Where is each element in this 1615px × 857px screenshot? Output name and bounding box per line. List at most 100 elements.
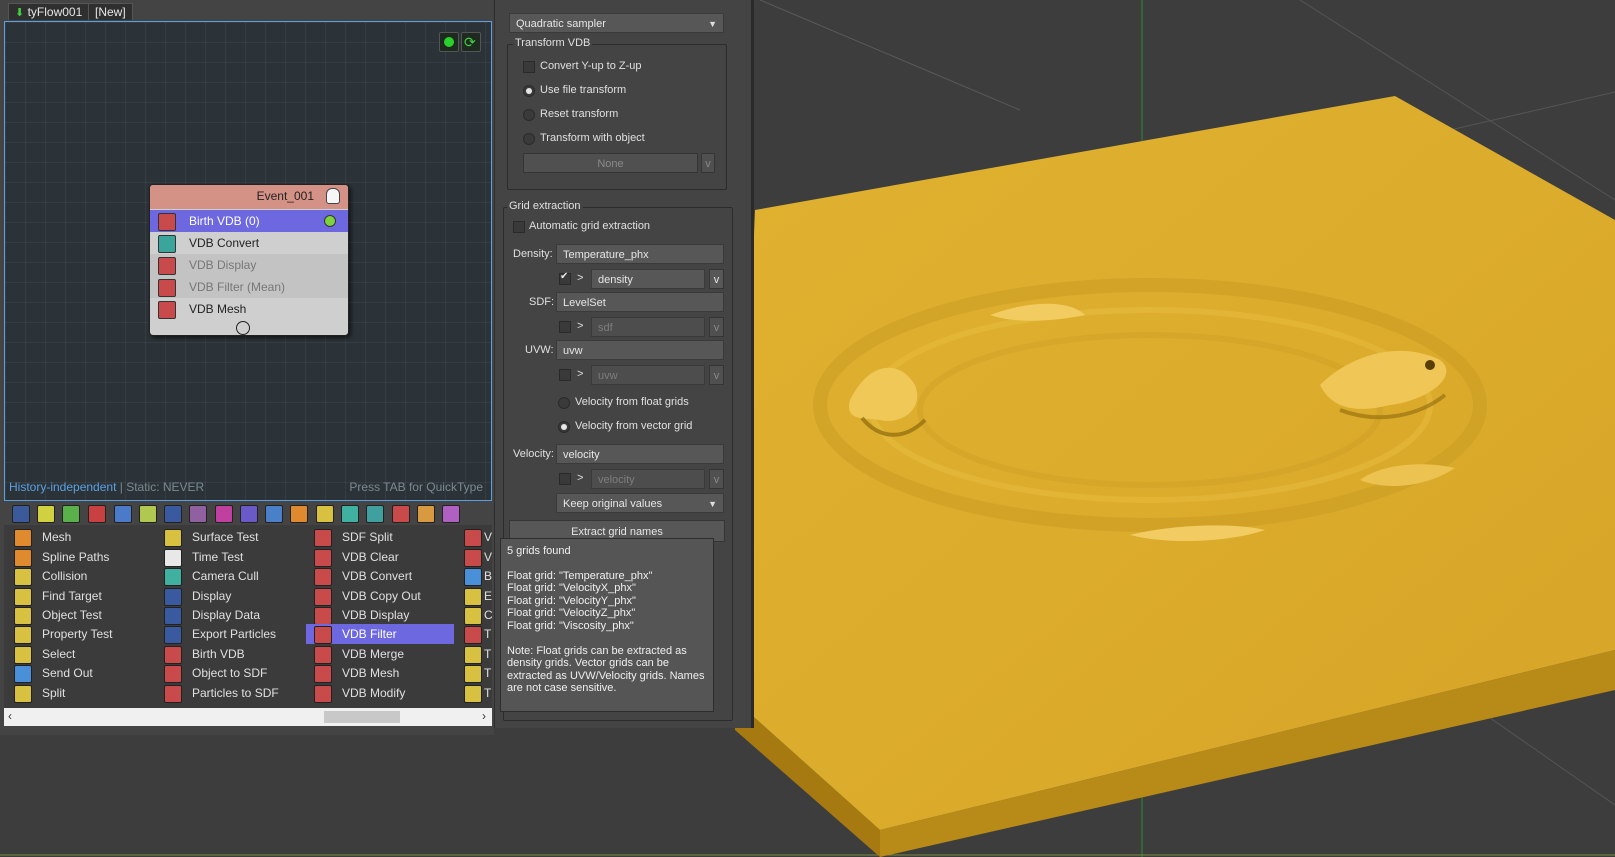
list-item[interactable]: Find Target	[14, 586, 154, 606]
transform-with-object-radio[interactable]	[523, 133, 535, 145]
list-item[interactable]: Property Test	[14, 624, 154, 644]
list-item[interactable]: Birth VDB	[164, 644, 304, 664]
category-properties-icon[interactable]	[189, 505, 207, 523]
output-port[interactable]	[236, 321, 250, 335]
operator-vdb-display[interactable]: VDB Display	[150, 254, 348, 276]
list-item[interactable]: VDB Merge	[314, 644, 454, 664]
velocity-sub-dropdown[interactable]: v	[709, 469, 724, 489]
velocity-field[interactable]: velocity	[556, 444, 724, 464]
uvw-sub-field[interactable]: uvw	[591, 365, 705, 385]
tab-new[interactable]: [New]	[88, 3, 133, 20]
green-dot-button[interactable]	[439, 32, 459, 52]
list-item[interactable]: C	[464, 605, 492, 625]
list-item[interactable]: Spline Paths	[14, 547, 154, 567]
list-item[interactable]: T	[464, 644, 492, 664]
uvw-field[interactable]: uvw	[556, 340, 724, 360]
list-item[interactable]: VDB Convert	[314, 566, 454, 586]
use-file-transform-radio[interactable]	[523, 85, 535, 97]
category-all-icon[interactable]	[12, 505, 30, 523]
list-item[interactable]: VDB Display	[314, 605, 454, 625]
density-sub-dropdown[interactable]: v	[709, 269, 724, 289]
list-item[interactable]: Send Out	[14, 663, 154, 683]
density-sub-checkbox[interactable]: ✔	[559, 271, 571, 285]
list-item[interactable]: V	[464, 527, 492, 547]
scrollbar-thumb[interactable]	[324, 711, 400, 723]
operator-vdb-mesh[interactable]: VDB Mesh	[150, 298, 348, 320]
velocity-float-radio[interactable]	[558, 397, 570, 409]
list-item[interactable]: Surface Test	[164, 527, 304, 547]
operator-vdb-filter[interactable]: VDB Filter (Mean)	[150, 276, 348, 298]
velocity-sub-checkbox[interactable]	[559, 473, 571, 485]
list-item[interactable]: Time Test	[164, 547, 304, 567]
sampler-dropdown[interactable]: Quadratic sampler ▼	[509, 13, 724, 33]
list-item[interactable]: T	[464, 624, 492, 644]
list-item[interactable]: Display Data	[164, 605, 304, 625]
list-item[interactable]: E	[464, 586, 492, 606]
uvw-sub-checkbox[interactable]	[559, 369, 571, 381]
velocity-sub-field[interactable]: velocity	[591, 469, 705, 489]
category-teal-icon[interactable]	[341, 505, 359, 523]
category-yellow-icon[interactable]	[316, 505, 334, 523]
operator-birth-vdb[interactable]: Birth VDB (0)	[150, 210, 348, 232]
sdf-sub-checkbox[interactable]	[559, 321, 571, 333]
sdf-field[interactable]: LevelSet	[556, 292, 724, 312]
lightbulb-icon[interactable]	[326, 188, 340, 204]
operator-vdb-convert[interactable]: VDB Convert	[150, 232, 348, 254]
reset-transform-radio[interactable]	[523, 109, 535, 121]
convert-yup-checkbox[interactable]	[523, 61, 535, 73]
category-misc-icon[interactable]	[442, 505, 460, 523]
uvw-sub-dropdown[interactable]: v	[709, 365, 724, 385]
object-pick-button[interactable]: None	[523, 153, 698, 173]
category-arrow-icon[interactable]	[366, 505, 384, 523]
category-display-icon[interactable]	[164, 505, 182, 523]
category-physics-icon[interactable]	[62, 505, 80, 523]
category-vdb-icon[interactable]	[392, 505, 410, 523]
density-field[interactable]: Temperature_phx	[556, 244, 724, 264]
category-cloth-icon[interactable]	[265, 505, 283, 523]
list-item[interactable]: VDB Mesh	[314, 663, 454, 683]
list-item[interactable]: Select	[14, 644, 154, 664]
category-shape-icon[interactable]	[139, 505, 157, 523]
list-item[interactable]: Display	[164, 586, 304, 606]
sdf-sub-dropdown[interactable]: v	[709, 317, 724, 337]
velocity-vector-radio[interactable]	[558, 421, 570, 433]
list-item[interactable]: Split	[14, 683, 154, 703]
category-birth-icon[interactable]	[37, 505, 55, 523]
auto-grid-checkbox[interactable]	[513, 221, 525, 233]
list-item[interactable]: VDB Modify	[314, 683, 454, 703]
object-pick-dropdown[interactable]: v	[701, 153, 715, 173]
list-item[interactable]: Object Test	[14, 605, 154, 625]
list-item[interactable]: T	[464, 663, 492, 683]
list-item[interactable]: B	[464, 566, 492, 586]
event-node[interactable]: Event_001 Birth VDB (0) VDB Convert VDB …	[149, 184, 349, 336]
category-orange-icon[interactable]	[290, 505, 308, 523]
event-header[interactable]: Event_001	[150, 185, 348, 209]
list-item-selected[interactable]: VDB Filter	[306, 624, 454, 644]
scroll-right-icon[interactable]: ›	[482, 709, 486, 723]
tab-tyflow001[interactable]: ⬇ tyFlow001	[8, 3, 90, 20]
category-delete-icon[interactable]	[88, 505, 106, 523]
flow-graph-canvas[interactable]: ⟳ Event_001 Birth VDB (0) VDB Convert VD…	[4, 21, 492, 501]
list-item[interactable]: Mesh	[14, 527, 154, 547]
list-item[interactable]: V	[464, 547, 492, 567]
list-item[interactable]: VDB Clear	[314, 547, 454, 567]
list-item[interactable]: SDF Split	[314, 527, 454, 547]
sdf-sub-field[interactable]: sdf	[591, 317, 705, 337]
scroll-left-icon[interactable]: ‹	[8, 709, 12, 723]
refresh-button[interactable]: ⟳	[461, 32, 481, 52]
list-item[interactable]: Camera Cull	[164, 566, 304, 586]
list-item[interactable]: Export Particles	[164, 624, 304, 644]
list-item[interactable]: VDB Copy Out	[314, 586, 454, 606]
horizontal-scrollbar[interactable]: ‹ ›	[4, 708, 492, 726]
list-item[interactable]: Particles to SDF	[164, 683, 304, 703]
list-item[interactable]: Object to SDF	[164, 663, 304, 683]
history-independent-link[interactable]: History-independent	[9, 480, 116, 494]
category-pink-icon[interactable]	[215, 505, 233, 523]
list-item[interactable]: Collision	[14, 566, 154, 586]
list-item[interactable]: T	[464, 683, 492, 703]
category-purple-icon[interactable]	[240, 505, 258, 523]
category-mesh-icon[interactable]	[114, 505, 132, 523]
density-sub-field[interactable]: density	[591, 269, 705, 289]
keep-values-dropdown[interactable]: Keep original values ▼	[556, 493, 724, 513]
category-export-icon[interactable]	[417, 505, 435, 523]
